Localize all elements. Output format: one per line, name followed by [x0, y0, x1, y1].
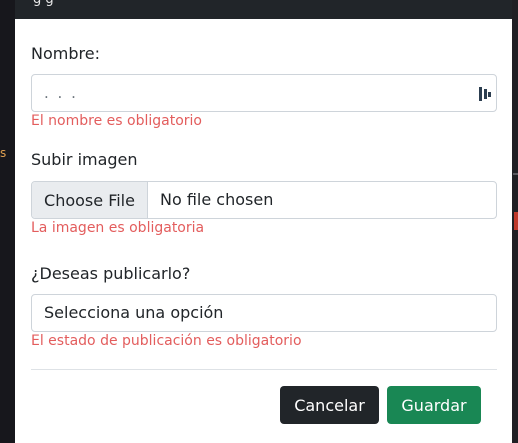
- name-input[interactable]: [32, 75, 496, 111]
- name-field[interactable]: [31, 74, 497, 112]
- publish-label: ¿Deseas publicarlo?: [31, 264, 191, 283]
- file-status: No file chosen: [160, 190, 274, 209]
- image-file-input[interactable]: Choose File No file chosen: [31, 181, 497, 219]
- publish-select[interactable]: Selecciona una opción: [31, 294, 497, 332]
- cancel-button[interactable]: Cancelar: [280, 386, 379, 424]
- password-manager-icon[interactable]: [479, 86, 491, 102]
- save-button[interactable]: Guardar: [387, 386, 481, 424]
- publish-error: El estado de publicación es obligatorio: [31, 333, 302, 349]
- name-label: Nombre:: [31, 44, 100, 63]
- backdrop-left: s: [0, 0, 15, 443]
- image-error: La imagen es obligatoria: [31, 220, 205, 236]
- modal-dialog: g g Nombre: El nombre es obligatorio Sub…: [15, 0, 512, 443]
- publish-select-value: Selecciona una opción: [44, 303, 224, 322]
- backdrop-accent: [514, 212, 518, 230]
- name-error: El nombre es obligatorio: [31, 113, 202, 129]
- modal-header: g g: [15, 0, 512, 19]
- backdrop-line: [513, 173, 518, 175]
- backdrop-right: [512, 0, 518, 443]
- choose-file-button[interactable]: Choose File: [32, 182, 148, 218]
- modal-title-fragment: g g: [33, 0, 54, 7]
- backdrop-fragment: s: [0, 146, 7, 160]
- footer-divider: [31, 369, 497, 370]
- image-label: Subir imagen: [31, 150, 138, 169]
